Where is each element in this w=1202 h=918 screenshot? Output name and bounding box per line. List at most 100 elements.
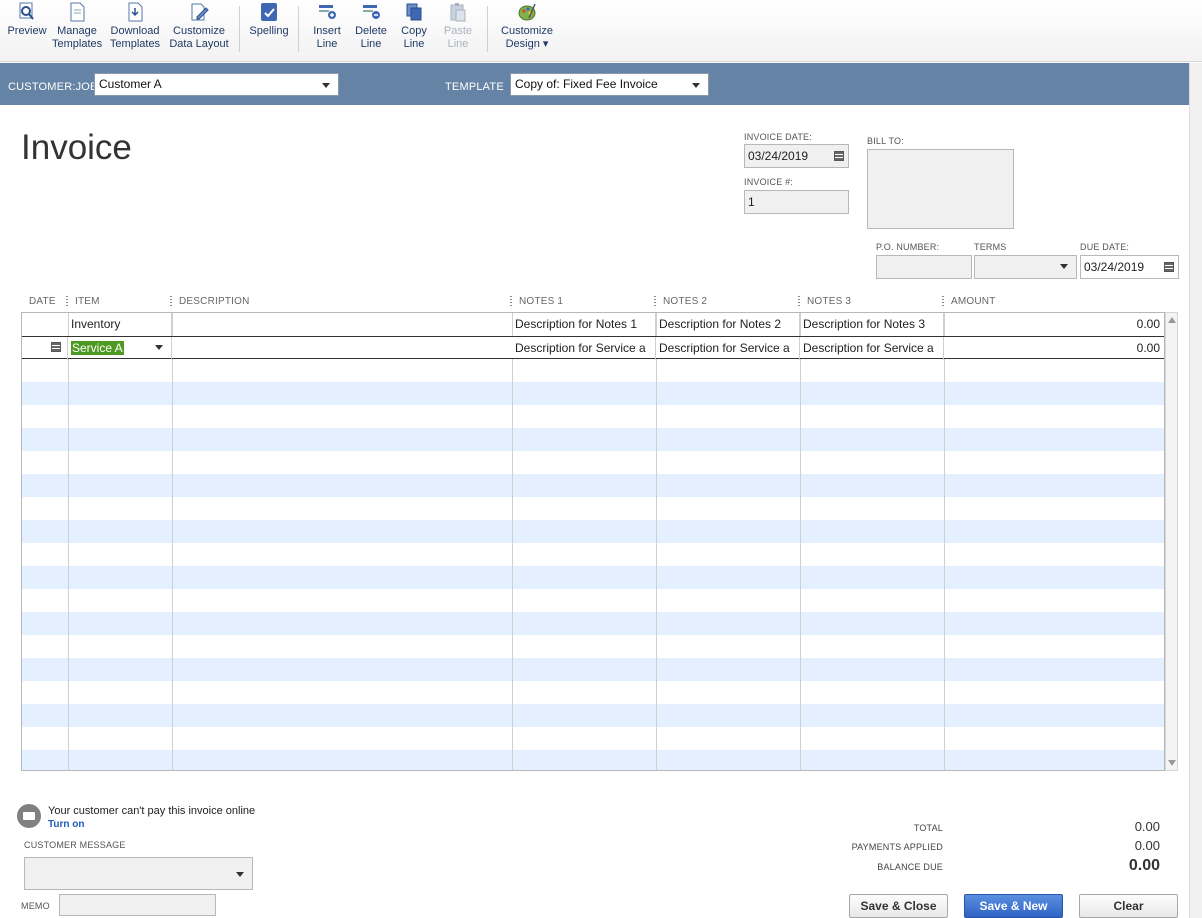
column-header-description[interactable]: DESCRIPTION [179,296,250,307]
grid-divider [944,313,945,770]
notes2-cell[interactable]: Description for Service a [656,337,800,360]
template-label: TEMPLATE [445,81,504,93]
po-number-field[interactable] [876,255,972,279]
empty-row[interactable] [22,750,1164,770]
empty-row[interactable] [22,405,1164,428]
pay-online-text: Your customer can't pay this invoice onl… [48,805,256,817]
column-header-date[interactable]: DATE [29,296,56,307]
clear-button[interactable]: Clear [1079,894,1178,918]
chevron-down-icon [692,83,700,88]
paste-line-button[interactable]: Paste Line [439,0,477,58]
memo-label: MEMO [21,901,50,911]
calendar-icon[interactable] [834,151,844,161]
empty-row[interactable] [22,612,1164,635]
credit-card-icon [17,804,41,828]
invoice-date-label: INVOICE DATE: [744,132,812,142]
insert-line-icon [319,5,336,19]
paste-icon [450,3,466,22]
column-resize-handle[interactable] [170,296,172,308]
download-templates-button[interactable]: Download Templates [108,0,162,58]
empty-row[interactable] [22,727,1164,750]
column-header-item[interactable]: ITEM [75,296,100,307]
notes3-cell[interactable]: Description for Service a [800,337,944,360]
table-row[interactable]: Inventory Description for Notes 1 Descri… [22,313,1164,336]
total-value: 0.00 [1134,819,1160,834]
chevron-down-icon[interactable] [155,345,163,350]
customer-job-dropdown[interactable]: Customer A [94,73,339,96]
grid-divider [68,313,69,770]
preview-button[interactable]: Preview [5,0,49,58]
empty-row[interactable] [22,658,1164,681]
date-cell[interactable] [22,337,68,360]
table-row-selected[interactable]: Service A Description for Service a Desc… [22,336,1164,360]
empty-row[interactable] [22,474,1164,497]
empty-row[interactable] [22,635,1164,658]
notes2-cell[interactable]: Description for Notes 2 [656,313,800,336]
empty-row[interactable] [22,589,1164,612]
customer-message-dropdown[interactable] [24,857,253,890]
column-resize-handle[interactable] [654,296,656,308]
magnifier-icon [19,2,34,20]
document-icon [70,2,85,22]
payments-applied-value: 0.00 [1134,838,1160,853]
notes1-cell[interactable]: Description for Notes 1 [512,313,656,336]
template-dropdown[interactable]: Copy of: Fixed Fee Invoice [510,73,709,96]
column-resize-handle[interactable] [942,296,944,308]
toolbar-separator [298,6,299,52]
invoice-number-label: INVOICE #: [744,177,794,187]
save-close-button[interactable]: Save & Close [849,894,948,918]
column-resize-handle[interactable] [66,296,68,308]
calendar-icon[interactable] [1164,262,1174,272]
item-cell[interactable]: Service A [68,337,172,360]
save-new-button[interactable]: Save & New [964,894,1063,918]
due-date-field[interactable]: 03/24/2019 [1080,255,1179,279]
empty-row[interactable] [22,451,1164,474]
customize-design-button[interactable]: Customize Design ▾ [497,0,557,58]
scroll-up-icon[interactable] [1168,317,1176,323]
balance-due-label: BALANCE DUE [877,862,943,872]
empty-row[interactable] [22,359,1164,382]
terms-dropdown[interactable] [974,255,1077,279]
bill-to-field[interactable] [867,149,1014,229]
empty-row[interactable] [22,520,1164,543]
column-header-notes3[interactable]: NOTES 3 [807,296,851,307]
memo-field[interactable] [59,894,216,916]
header-band: CUSTOMER:JOB Customer A TEMPLATE Copy of… [0,63,1189,105]
column-header-notes1[interactable]: NOTES 1 [519,296,563,307]
invoice-date-field[interactable]: 03/24/2019 [744,144,849,168]
invoice-number-field[interactable]: 1 [744,190,849,214]
calendar-icon[interactable] [51,342,61,352]
empty-row[interactable] [22,543,1164,566]
turn-on-link[interactable]: Turn on [48,819,84,830]
chevron-down-icon [1060,264,1068,269]
notes1-cell[interactable]: Description for Service a [512,337,656,360]
column-resize-handle[interactable] [798,296,800,308]
empty-row[interactable] [22,704,1164,727]
customize-data-layout-button[interactable]: Customize Data Layout [167,0,231,58]
window-scrollbar[interactable] [1189,63,1202,918]
empty-row[interactable] [22,681,1164,704]
insert-line-button[interactable]: Insert Line [306,0,348,58]
item-cell[interactable]: Inventory [68,313,172,336]
empty-row[interactable] [22,382,1164,405]
notes3-cell[interactable]: Description for Notes 3 [800,313,944,336]
empty-row[interactable] [22,497,1164,520]
spelling-button[interactable]: Spelling [247,0,291,58]
amount-cell[interactable]: 0.00 [944,337,1164,360]
chevron-down-icon [322,83,330,88]
grid-scrollbar[interactable] [1165,312,1178,771]
delete-line-button[interactable]: Delete Line [350,0,392,58]
column-header-amount[interactable]: AMOUNT [951,296,996,307]
empty-row[interactable] [22,566,1164,589]
grid-divider [172,313,173,770]
spellcheck-icon [261,3,277,21]
palette-icon [518,3,536,21]
column-resize-handle[interactable] [510,296,512,308]
column-header-notes2[interactable]: NOTES 2 [663,296,707,307]
scroll-down-icon[interactable] [1168,760,1176,766]
empty-row[interactable] [22,428,1164,451]
manage-templates-button[interactable]: Manage Templates [52,0,102,58]
amount-cell[interactable]: 0.00 [944,313,1164,336]
copy-line-button[interactable]: Copy Line [395,0,433,58]
chevron-down-icon [236,872,244,877]
